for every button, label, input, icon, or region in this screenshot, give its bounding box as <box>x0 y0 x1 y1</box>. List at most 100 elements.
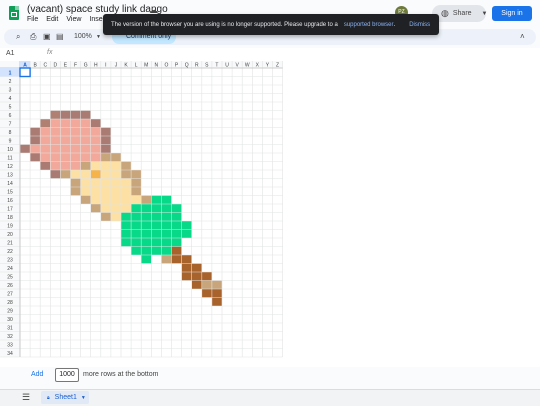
row-header[interactable]: 8 <box>9 130 12 136</box>
dismiss-button[interactable]: Dismiss <box>409 22 430 28</box>
spreadsheet-grid[interactable]: ABCDEFGHIJKLMNOPQRSTUVWXYZ12345678910111… <box>0 61 540 367</box>
chevron-up-icon[interactable]: ˄ <box>520 32 525 41</box>
pixel-cell <box>131 246 142 255</box>
column-header[interactable]: N <box>155 63 159 69</box>
row-header[interactable]: 13 <box>7 172 13 178</box>
column-header[interactable]: I <box>105 63 106 69</box>
selected-row-number: 1 <box>9 70 12 76</box>
pixel-cell <box>90 170 101 179</box>
column-header[interactable]: U <box>225 63 229 69</box>
pixel-cell <box>181 263 192 272</box>
share-button[interactable]: ◍ Share ▼ <box>432 5 488 22</box>
pixel-cell <box>161 255 172 264</box>
pixel-cell <box>60 170 71 179</box>
pixel-cell <box>90 195 142 204</box>
pixel-cell <box>171 255 182 264</box>
column-header[interactable]: R <box>195 63 199 69</box>
column-header[interactable]: D <box>54 63 58 69</box>
row-header[interactable]: 9 <box>9 138 12 144</box>
pixel-cell <box>131 187 142 196</box>
row-header[interactable]: 5 <box>9 104 12 110</box>
pixel-cell <box>100 204 132 213</box>
column-header[interactable]: L <box>135 63 138 69</box>
row-header[interactable]: 32 <box>7 334 13 340</box>
menu-bar: File Edit View Insert <box>27 16 107 23</box>
row-header[interactable]: 27 <box>7 291 13 297</box>
formula-bar: A1 fx <box>0 48 540 62</box>
row-header[interactable]: 28 <box>7 300 13 306</box>
pixel-cell <box>90 204 101 213</box>
paint-format-icon[interactable]: ▣ <box>43 32 51 41</box>
pixel-cell <box>90 161 121 170</box>
row-header[interactable]: 18 <box>7 215 13 221</box>
row-header[interactable]: 30 <box>7 317 13 323</box>
grid-canvas[interactable]: ABCDEFGHIJKLMNOPQRSTUVWXYZ12345678910111… <box>0 61 540 367</box>
chevron-down-icon: ▼ <box>481 10 488 17</box>
pixel-cell <box>141 195 152 204</box>
pixel-cell <box>171 246 182 255</box>
row-header[interactable]: 14 <box>7 181 13 187</box>
column-header[interactable]: C <box>43 63 47 69</box>
search-icon[interactable]: ⌕ <box>16 32 20 42</box>
column-header[interactable]: F <box>74 63 77 69</box>
menu-file[interactable]: File <box>27 16 38 23</box>
rows-count-input[interactable]: 1000 <box>55 368 79 382</box>
row-header[interactable]: 6 <box>9 113 12 119</box>
sign-in-button[interactable]: Sign in <box>492 6 532 21</box>
more-tools-icon[interactable]: ▤ <box>56 32 64 41</box>
row-header[interactable]: 11 <box>7 155 12 161</box>
row-header[interactable]: 16 <box>7 198 13 204</box>
row-header[interactable]: 15 <box>7 189 13 195</box>
sheet-tab-label: Sheet1 <box>54 394 77 401</box>
row-header[interactable]: 25 <box>7 274 13 280</box>
row-header[interactable]: 17 <box>7 206 13 212</box>
menu-view[interactable]: View <box>66 16 81 23</box>
pixel-cell <box>50 170 61 179</box>
row-header[interactable]: 12 <box>7 164 13 170</box>
sheets-logo-icon[interactable] <box>9 6 19 20</box>
pixel-cell <box>30 144 101 153</box>
row-header[interactable]: 22 <box>7 249 13 255</box>
column-header[interactable]: W <box>245 63 250 69</box>
pixel-cell <box>40 161 51 170</box>
sheet-tab[interactable]: 🔒︎ Sheet1 ▼ <box>41 391 89 404</box>
pixel-cell <box>121 161 132 170</box>
row-header[interactable]: 31 <box>7 325 13 331</box>
pixel-cell <box>211 297 222 306</box>
row-header[interactable]: 24 <box>7 266 13 272</box>
selected-cell[interactable] <box>19 67 31 78</box>
zoom-chevron-down-icon[interactable]: ▼ <box>96 34 101 40</box>
row-header[interactable]: 10 <box>7 147 13 153</box>
column-header[interactable]: H <box>94 63 98 69</box>
row-header[interactable]: 4 <box>9 96 12 102</box>
row-header[interactable]: 7 <box>9 121 12 127</box>
zoom-select[interactable]: 100% <box>74 33 92 40</box>
row-header[interactable]: 21 <box>7 240 13 246</box>
row-header[interactable]: 20 <box>7 232 13 238</box>
pixel-cell <box>211 280 222 289</box>
menu-edit[interactable]: Edit <box>46 16 58 23</box>
column-header[interactable]: Z <box>276 63 279 69</box>
row-header[interactable]: 34 <box>7 351 13 357</box>
row-header[interactable]: 26 <box>7 283 13 289</box>
row-header[interactable]: 19 <box>7 223 13 229</box>
add-rows-button[interactable]: Add <box>31 371 43 378</box>
column-header[interactable]: M <box>144 63 148 69</box>
print-icon[interactable]: ⎙ <box>30 32 36 42</box>
pixel-cell <box>201 280 212 289</box>
column-header[interactable]: Q <box>185 63 189 69</box>
supported-browser-link[interactable]: supported browser <box>344 22 394 28</box>
all-sheets-icon[interactable]: ☰ <box>22 392 30 403</box>
row-header[interactable]: 23 <box>7 257 13 263</box>
name-box[interactable]: A1 <box>6 50 15 57</box>
row-header[interactable]: 2 <box>9 79 12 85</box>
column-header[interactable]: T <box>215 63 218 69</box>
column-header[interactable]: G <box>84 63 88 69</box>
column-header[interactable]: O <box>165 63 169 69</box>
pixel-cell <box>30 127 41 136</box>
row-header[interactable]: 3 <box>9 87 12 93</box>
row-header[interactable]: 29 <box>7 308 13 314</box>
row-header[interactable]: 33 <box>7 342 13 348</box>
pixel-cell <box>141 255 152 264</box>
pixel-cell <box>90 119 101 128</box>
